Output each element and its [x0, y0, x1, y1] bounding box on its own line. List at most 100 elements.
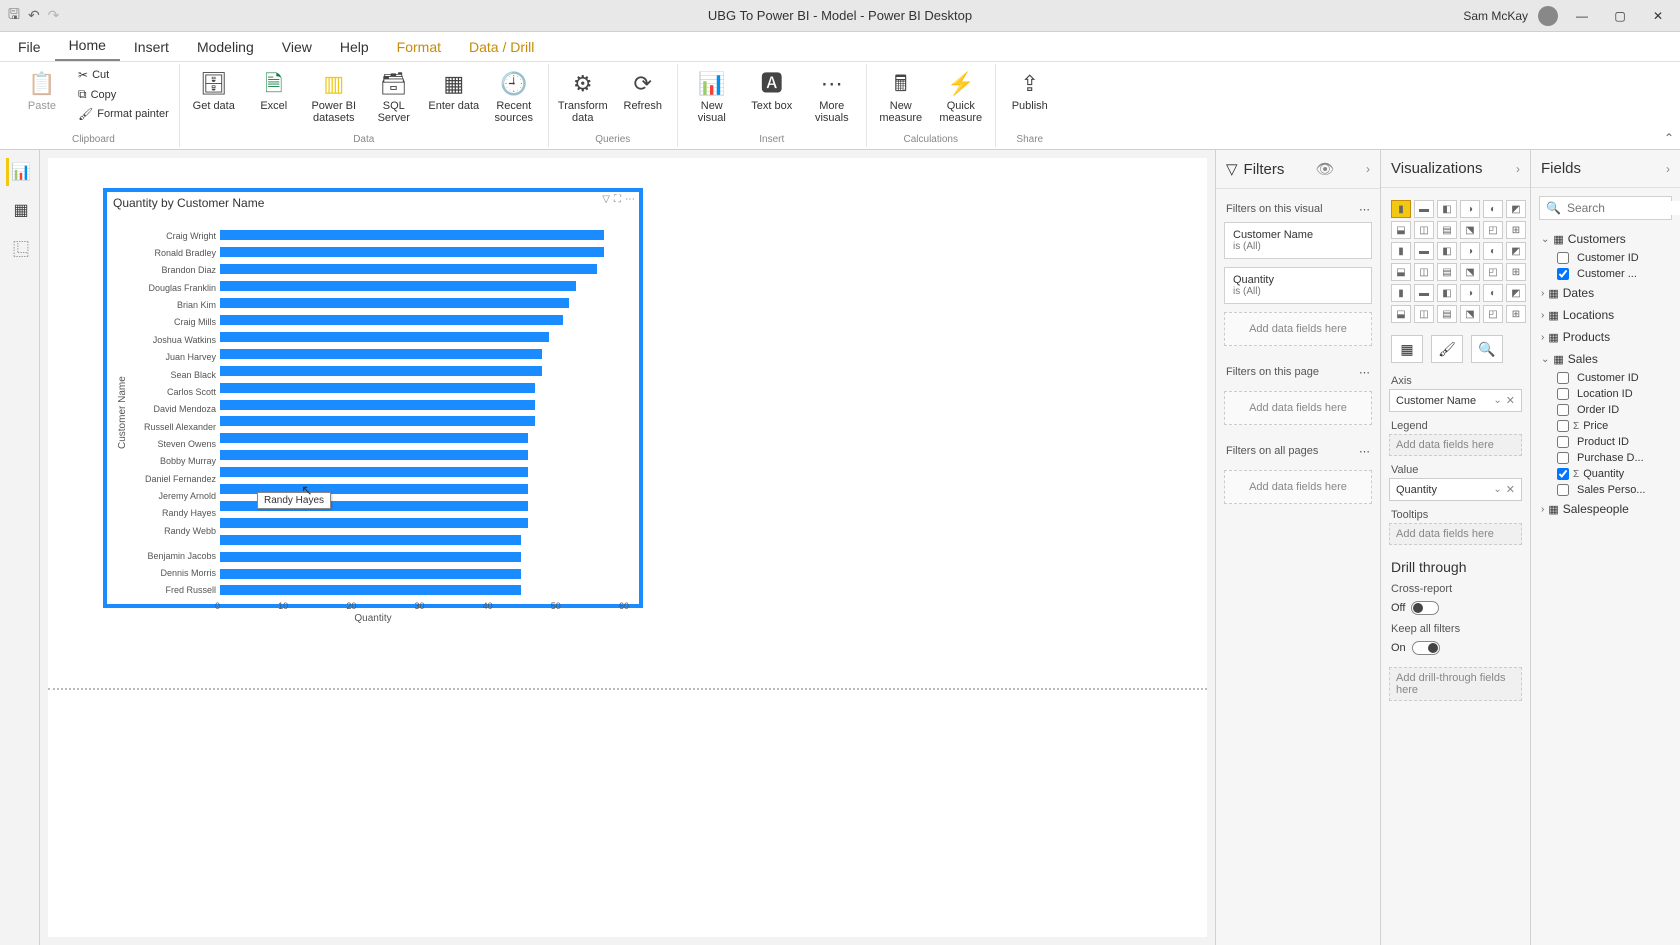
viz-type-26[interactable]: ◧ [1437, 284, 1457, 302]
field-item[interactable]: Location ID [1557, 386, 1672, 402]
viz-type-29[interactable]: ◩ [1506, 284, 1526, 302]
legend-well[interactable]: Add data fields here [1389, 434, 1522, 456]
tab-home[interactable]: Home [55, 31, 120, 61]
more-icon[interactable]: ⋯ [1359, 366, 1370, 379]
format-painter-button[interactable]: 🖌Format painter [74, 105, 173, 123]
field-item[interactable]: Product ID [1557, 434, 1672, 450]
viz-type-0[interactable]: ▮ [1391, 200, 1411, 218]
fields-tab[interactable]: ▦ [1391, 335, 1423, 363]
filters-collapse[interactable]: › [1366, 162, 1370, 176]
visual-filter-icon[interactable]: ▽ [602, 194, 610, 205]
tab-file[interactable]: File [4, 33, 55, 61]
viz-type-13[interactable]: ▬ [1414, 242, 1434, 260]
tab-data-drill[interactable]: Data / Drill [455, 33, 548, 61]
new-visual-button[interactable]: 📊New visual [684, 66, 740, 126]
publish-button[interactable]: ⇪Publish [1002, 66, 1058, 114]
ribbon-collapse[interactable]: ⌃ [1664, 131, 1674, 145]
drill-through-well[interactable]: Add drill-through fields here [1389, 667, 1522, 701]
viz-type-4[interactable]: ◐ [1483, 200, 1503, 218]
get-data-button[interactable]: 🗄Get data [186, 66, 242, 114]
eye-icon[interactable]: 👁 [1316, 160, 1335, 178]
fields-search[interactable]: 🔍 [1539, 196, 1672, 220]
field-item[interactable]: ΣPrice [1557, 418, 1672, 434]
viz-type-32[interactable]: ▤ [1437, 305, 1457, 323]
viz-type-27[interactable]: ◑ [1460, 284, 1480, 302]
pbi-datasets-button[interactable]: ▥Power BI datasets [306, 66, 362, 126]
report-canvas[interactable]: Quantity by Customer Name ▽ ⛶ ⋯ Customer… [48, 158, 1207, 937]
fields-collapse[interactable]: › [1666, 162, 1670, 176]
viz-type-10[interactable]: ◰ [1483, 221, 1503, 239]
text-box-button[interactable]: 🅰Text box [744, 66, 800, 114]
viz-type-28[interactable]: ◐ [1483, 284, 1503, 302]
data-view-button[interactable]: ▦ [6, 196, 34, 224]
table-sales[interactable]: ⌄▦Sales [1539, 348, 1672, 370]
viz-type-24[interactable]: ▮ [1391, 284, 1411, 302]
field-item[interactable]: Sales Perso... [1557, 482, 1672, 498]
tab-insert[interactable]: Insert [120, 33, 183, 61]
new-measure-button[interactable]: 🖩New measure [873, 66, 929, 126]
viz-type-34[interactable]: ◰ [1483, 305, 1503, 323]
search-input[interactable] [1567, 201, 1680, 215]
viz-type-9[interactable]: ⬔ [1460, 221, 1480, 239]
tab-format[interactable]: Format [383, 33, 455, 61]
table-dates[interactable]: ›▦Dates [1539, 282, 1672, 304]
recent-sources-button[interactable]: 🕘Recent sources [486, 66, 542, 126]
viz-type-20[interactable]: ▤ [1437, 263, 1457, 281]
maximize-button[interactable]: ▢ [1606, 9, 1634, 23]
avatar[interactable] [1538, 6, 1558, 26]
viz-type-7[interactable]: ◫ [1414, 221, 1434, 239]
viz-type-30[interactable]: ⬓ [1391, 305, 1411, 323]
viz-type-11[interactable]: ⊞ [1506, 221, 1526, 239]
remove-icon[interactable]: ✕ [1506, 483, 1515, 496]
table-products[interactable]: ›▦Products [1539, 326, 1672, 348]
refresh-button[interactable]: ⟳Refresh [615, 66, 671, 114]
viz-type-33[interactable]: ⬔ [1460, 305, 1480, 323]
filter-all-drop[interactable]: Add data fields here [1224, 470, 1372, 504]
quick-measure-button[interactable]: ⚡Quick measure [933, 66, 989, 126]
table-salespeople[interactable]: ›▦Salespeople [1539, 498, 1672, 520]
transform-data-button[interactable]: ⚙Transform data [555, 66, 611, 126]
filter-card-customer[interactable]: Customer Name is (All) [1224, 222, 1372, 259]
field-item[interactable]: Customer ID [1557, 370, 1672, 386]
viz-type-2[interactable]: ◧ [1437, 200, 1457, 218]
viz-type-8[interactable]: ▤ [1437, 221, 1457, 239]
viz-type-17[interactable]: ◩ [1506, 242, 1526, 260]
field-item[interactable]: ΣQuantity [1557, 466, 1672, 482]
copy-button[interactable]: ⧉Copy [74, 85, 173, 104]
viz-type-15[interactable]: ◑ [1460, 242, 1480, 260]
close-button[interactable]: ✕ [1644, 9, 1672, 23]
filter-card-quantity[interactable]: Quantity is (All) [1224, 267, 1372, 304]
field-item[interactable]: Purchase D... [1557, 450, 1672, 466]
axis-well[interactable]: Customer Name⌄✕ [1389, 389, 1522, 412]
value-well[interactable]: Quantity⌄✕ [1389, 478, 1522, 501]
viz-type-3[interactable]: ◑ [1460, 200, 1480, 218]
visual-more-icon[interactable]: ⋯ [625, 194, 635, 205]
field-item[interactable]: Order ID [1557, 402, 1672, 418]
analytics-tab[interactable]: 🔍 [1471, 335, 1503, 363]
filter-page-drop[interactable]: Add data fields here [1224, 391, 1372, 425]
viz-type-5[interactable]: ◩ [1506, 200, 1526, 218]
viz-type-14[interactable]: ◧ [1437, 242, 1457, 260]
enter-data-button[interactable]: ▦Enter data [426, 66, 482, 114]
chevron-down-icon[interactable]: ⌄ [1493, 484, 1505, 495]
paste-button[interactable]: 📋 Paste [14, 66, 70, 114]
viz-type-18[interactable]: ⬓ [1391, 263, 1411, 281]
viz-type-22[interactable]: ◰ [1483, 263, 1503, 281]
viz-type-23[interactable]: ⊞ [1506, 263, 1526, 281]
minimize-button[interactable]: — [1568, 9, 1596, 23]
model-view-button[interactable]: ⿺ [6, 234, 34, 262]
viz-type-16[interactable]: ◐ [1483, 242, 1503, 260]
excel-button[interactable]: 🗎Excel [246, 66, 302, 114]
viz-type-12[interactable]: ▮ [1391, 242, 1411, 260]
viz-type-35[interactable]: ⊞ [1506, 305, 1526, 323]
chevron-down-icon[interactable]: ⌄ [1493, 395, 1505, 406]
tab-modeling[interactable]: Modeling [183, 33, 268, 61]
viz-type-19[interactable]: ◫ [1414, 263, 1434, 281]
tab-view[interactable]: View [268, 33, 326, 61]
viz-type-31[interactable]: ◫ [1414, 305, 1434, 323]
viz-collapse[interactable]: › [1516, 162, 1520, 176]
cut-button[interactable]: ✂Cut [74, 66, 173, 84]
more-icon[interactable]: ⋯ [1359, 203, 1370, 216]
more-icon[interactable]: ⋯ [1359, 445, 1370, 458]
table-customers[interactable]: ⌄▦Customers [1539, 228, 1672, 250]
